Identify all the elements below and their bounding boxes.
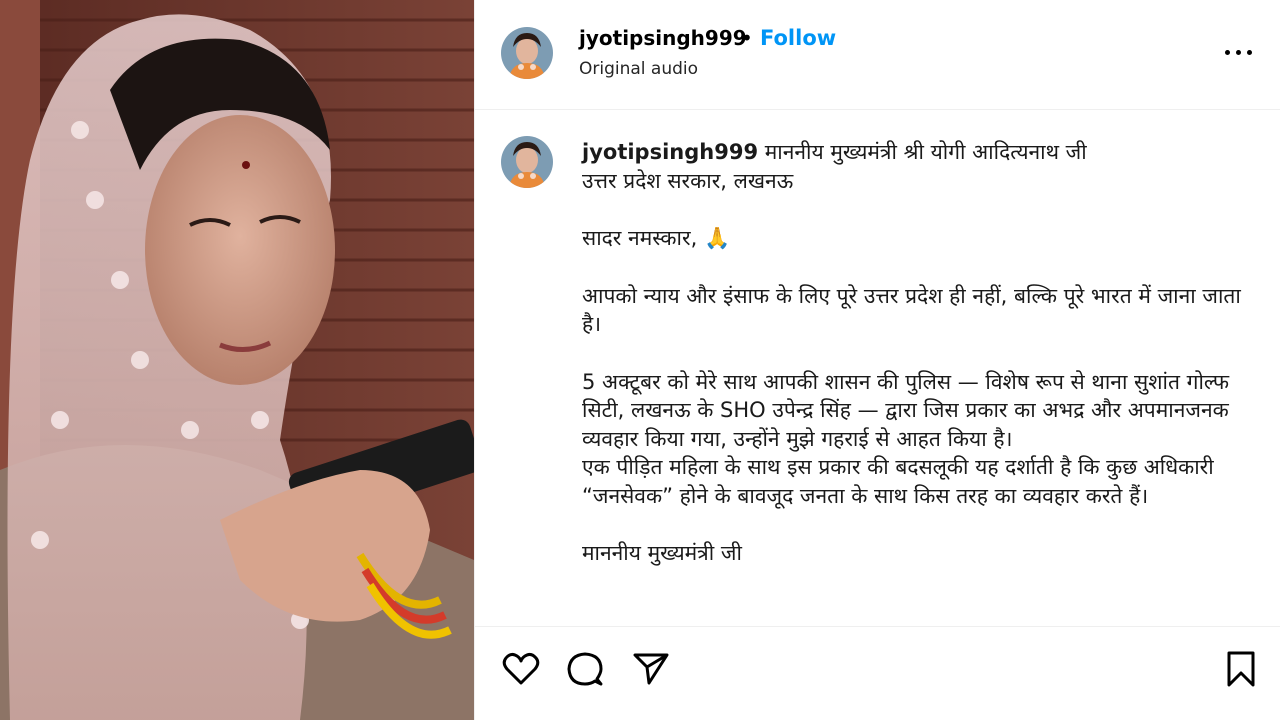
author-username[interactable]: jyotipsingh999 (579, 26, 747, 50)
post-header: jyotipsingh999 • Follow Original audio (475, 0, 1280, 110)
caption-line: jyotipsingh999 माननीय मुख्यमंत्री श्री य… (582, 138, 1242, 167)
separator-dot: • (741, 26, 753, 50)
avatar-image (501, 27, 553, 79)
reel-video[interactable] (0, 0, 474, 720)
caption-addressee: माननीय मुख्यमंत्री श्री योगी आदित्यनाथ ज… (764, 140, 1087, 164)
caption-location: उत्तर प्रदेश सरकार, लखनऊ (582, 168, 794, 193)
caption-paragraph: 5 अक्टूबर को मेरे साथ आपकी शासन की पुलिस… (582, 369, 1230, 451)
avatar[interactable] (501, 27, 553, 79)
comment-bubble-icon[interactable] (565, 649, 605, 689)
caption-greeting: सादर नमस्कार, 🙏 (582, 226, 731, 250)
follow-button[interactable]: Follow (760, 26, 836, 50)
caption-paragraph: माननीय मुख्यमंत्री जी (582, 541, 742, 565)
avatar-image (501, 136, 553, 188)
caption-paragraph: आपको न्याय और इंसाफ के लिए पूरे उत्तर प्… (582, 283, 1241, 337)
paper-plane-icon[interactable] (631, 649, 671, 689)
more-options-icon[interactable] (1225, 44, 1253, 60)
caption-area: jyotipsingh999 माननीय मुख्यमंत्री श्री य… (475, 110, 1280, 626)
caption-avatar[interactable] (501, 136, 553, 188)
post-panel: jyotipsingh999 • Follow Original audio j… (474, 0, 1280, 720)
heart-icon[interactable] (501, 649, 541, 689)
caption-username[interactable]: jyotipsingh999 (582, 140, 758, 164)
caption-text: jyotipsingh999 माननीय मुख्यमंत्री श्री य… (582, 138, 1242, 568)
audio-label[interactable]: Original audio (579, 59, 698, 79)
action-bar (475, 626, 1280, 720)
caption-paragraph: एक पीड़ित महिला के साथ इस प्रकार की बदसल… (582, 455, 1214, 508)
bookmark-icon[interactable] (1221, 649, 1261, 689)
video-frame-image (0, 0, 474, 720)
